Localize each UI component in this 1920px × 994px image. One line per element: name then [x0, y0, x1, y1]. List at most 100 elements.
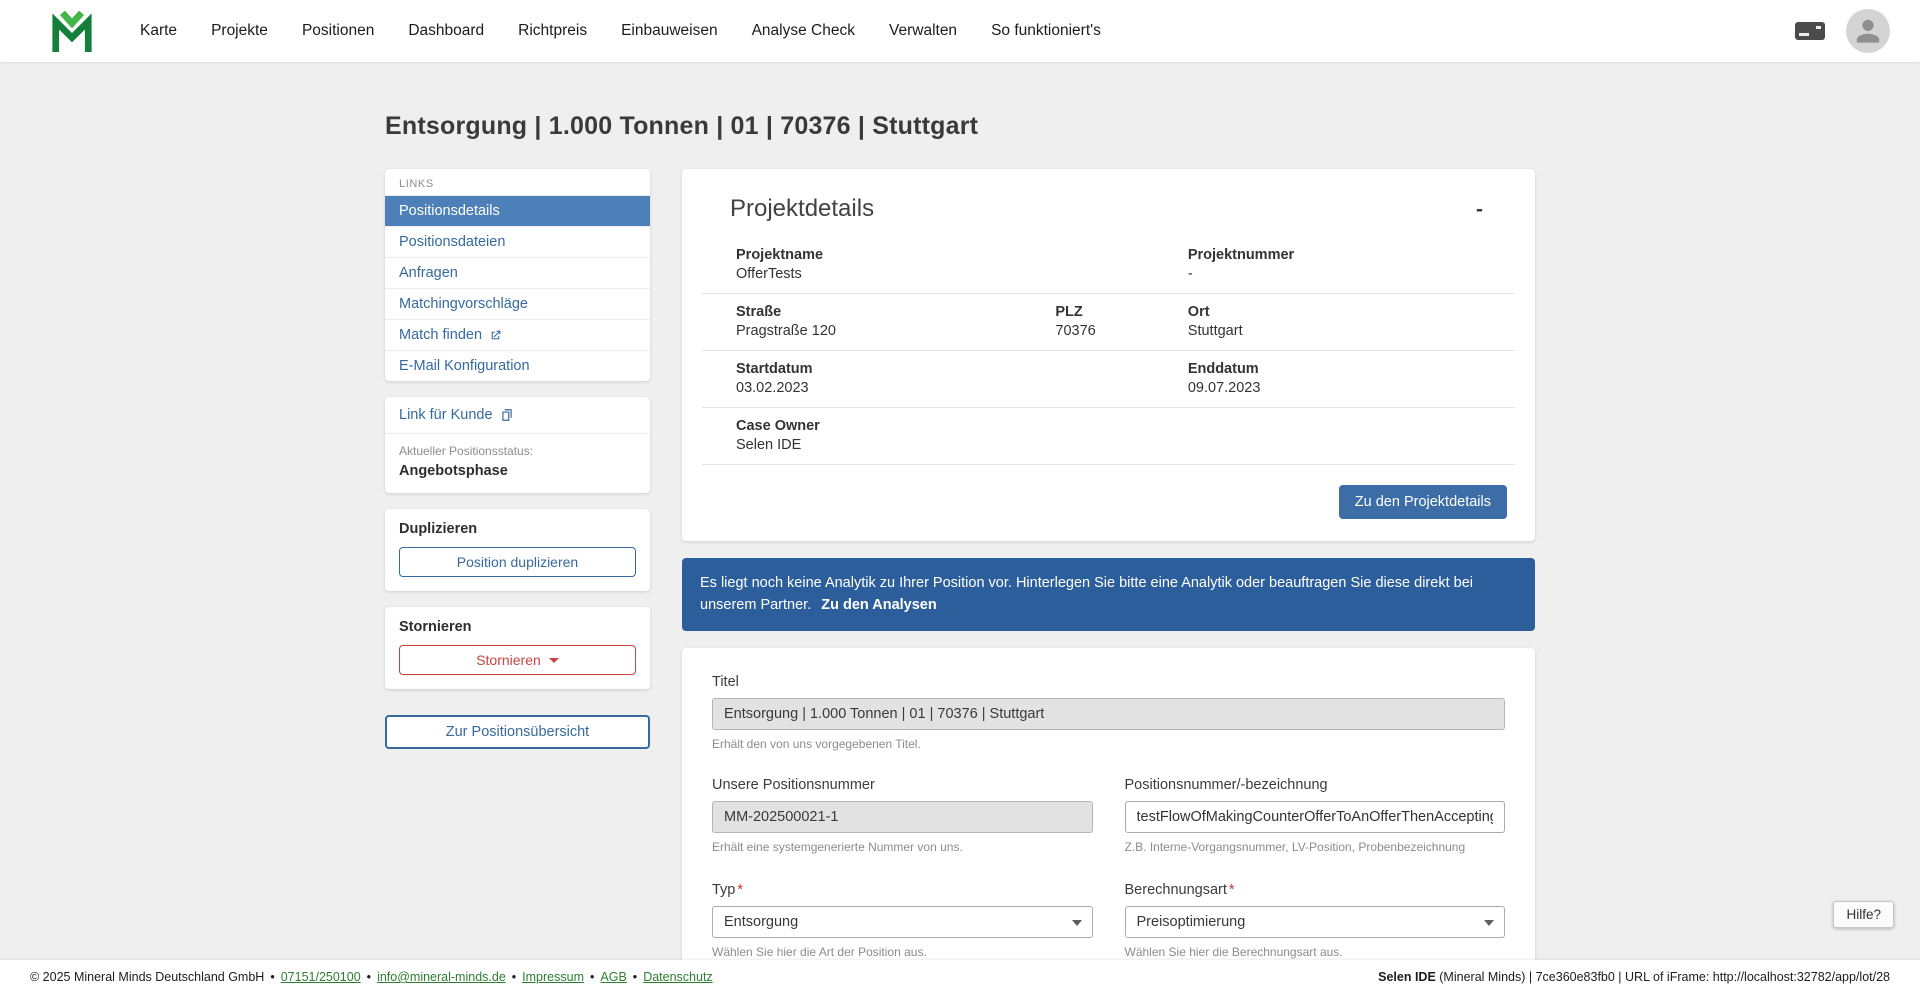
typ-label: Typ * — [712, 881, 744, 898]
zur-positionsuebersicht-button[interactable]: Zur Positionsübersicht — [385, 715, 650, 749]
bezeichnung-helper: Z.B. Interne-Vorgangsnummer, LV-Position… — [1124, 839, 1466, 854]
link-fuer-kunde[interactable]: Link für Kunde — [385, 397, 650, 433]
analytics-banner: Es liegt noch keine Analytik zu Ihrer Po… — [682, 558, 1535, 631]
sidebar-item-label: Match finden — [399, 327, 483, 343]
session-details: (Mineral Minds) | 7ce360e83fb0 | URL of … — [1435, 970, 1890, 984]
external-link-icon — [489, 329, 502, 342]
project-row-name: Projektname OfferTests Projektnummer - — [702, 237, 1515, 294]
bezeichnung-field: Positionsnummer/-bezeichnung Z.B. Intern… — [1124, 776, 1505, 854]
banner-text: Es liegt noch keine Analytik zu Ihrer Po… — [700, 575, 1473, 614]
nav-item-analyse-check[interactable]: Analyse Check — [752, 22, 855, 40]
sidebar-item-label: E-Mail Konfiguration — [399, 358, 530, 374]
link-fuer-kunde-label: Link für Kunde — [399, 407, 493, 423]
position-status-block: Aktueller Positionsstatus: Angebotsphase — [385, 433, 650, 493]
hilfe-button[interactable]: Hilfe? — [1833, 901, 1894, 928]
user-avatar[interactable] — [1846, 9, 1890, 53]
plz-label: PLZ — [1055, 304, 1083, 320]
status-value: Angebotsphase — [399, 463, 508, 479]
titel-label: Titel — [712, 673, 739, 690]
sidebar-item-positionsdateien[interactable]: Positionsdateien — [385, 226, 650, 257]
nav-item-einbauweisen[interactable]: Einbauweisen — [621, 22, 718, 40]
copy-icon — [500, 408, 514, 422]
nav-item-positionen[interactable]: Positionen — [302, 22, 374, 40]
typ-field: Typ * Entsorgung Wählen Sie hier die Art … — [712, 882, 1093, 959]
zu-den-analysen-link[interactable]: Zu den Analysen — [821, 597, 936, 613]
titel-input — [712, 697, 1505, 730]
berechnungsart-field: Berechnungsart * Preisoptimierung Wählen … — [1124, 881, 1505, 959]
mineral-minds-logo[interactable] — [48, 7, 96, 55]
positionsnummer-label: Unsere Positionsnummer — [712, 776, 875, 793]
top-navbar: Karte Projekte Positionen Dashboard Rich… — [0, 0, 1920, 62]
sidebar-item-positionsdetails[interactable]: Positionsdetails — [385, 195, 650, 226]
sidebar-item-match-finden[interactable]: Match finden — [385, 319, 650, 350]
project-row-owner: Case Owner Selen IDE — [702, 408, 1515, 465]
sidebar-item-label: Positionsdetails — [399, 203, 500, 219]
session-user: Selen IDE — [1378, 970, 1436, 984]
copyright-text: © 2025 Mineral Minds Deutschland GmbH — [30, 970, 265, 984]
titel-field: Titel Erhält den von uns vorgegebenen Ti… — [712, 674, 1505, 751]
ort-label: Ort — [1187, 304, 1210, 320]
session-info: Selen IDE (Mineral Minds) | 7ce360e83fb0… — [1378, 970, 1890, 984]
projektdetails-card: Projektdetails - Projektname OfferTests … — [682, 169, 1535, 541]
impressum-link[interactable]: Impressum — [522, 970, 584, 984]
nav-item-so-funktionierts[interactable]: So funktioniert's — [991, 22, 1101, 40]
bullet-separator: • — [270, 970, 275, 984]
nav-item-projekte[interactable]: Projekte — [211, 22, 268, 40]
person-icon — [1856, 19, 1880, 43]
stornieren-header: Stornieren — [399, 619, 472, 635]
case-owner-label: Case Owner — [736, 418, 820, 434]
nav-item-richtpreis[interactable]: Richtpreis — [518, 22, 587, 40]
sidebar-item-label: Matchingvorschläge — [399, 296, 528, 312]
plz-value: 70376 — [1055, 323, 1096, 339]
position-duplizieren-button[interactable]: Position duplizieren — [399, 547, 636, 577]
sidebar-item-email-konfiguration[interactable]: E-Mail Konfiguration — [385, 350, 650, 381]
strasse-value: Pragstraße 120 — [736, 323, 836, 339]
email-link[interactable]: info@mineral-minds.de — [377, 970, 506, 984]
nav-links: Karte Projekte Positionen Dashboard Rich… — [140, 22, 1101, 40]
bezeichnung-input[interactable] — [1124, 800, 1505, 833]
berechnungsart-select[interactable]: Preisoptimierung — [1124, 905, 1505, 938]
caret-down-icon — [548, 657, 559, 663]
positionsnummer-field: Unsere Positionsnummer Erhält eine syste… — [712, 777, 1093, 854]
sidebar-item-anfragen[interactable]: Anfragen — [385, 257, 650, 288]
ort-value: Stuttgart — [1187, 323, 1243, 339]
links-header: LINKS — [399, 178, 434, 190]
strasse-label: Straße — [736, 304, 782, 320]
bullet-separator: • — [511, 970, 517, 984]
nav-item-dashboard[interactable]: Dashboard — [408, 22, 484, 40]
main-content: Projektdetails - Projektname OfferTests … — [682, 169, 1535, 994]
footer: © 2025 Mineral Minds Deutschland GmbH • … — [0, 960, 1920, 994]
sidebar-item-label: Positionsdateien — [399, 234, 506, 250]
typ-select[interactable]: Entsorgung — [712, 905, 1093, 938]
chevron-down-icon — [1484, 919, 1494, 926]
titel-helper: Erhält den von uns vorgegebenen Titel. — [712, 736, 921, 751]
logo-m-icon — [52, 10, 92, 53]
agb-link[interactable]: AGB — [600, 970, 626, 984]
sidebar-item-matchingvorschlaege[interactable]: Matchingvorschläge — [385, 288, 650, 319]
stornieren-button[interactable]: Stornieren — [399, 645, 636, 675]
enddatum-label: Enddatum — [1187, 361, 1259, 377]
zu-den-projektdetails-button[interactable]: Zu den Projektdetails — [1338, 485, 1507, 519]
berechnungsart-helper: Wählen Sie hier die Berechnungsart aus. — [1124, 944, 1343, 959]
nav-item-verwalten[interactable]: Verwalten — [889, 22, 957, 40]
berechnungsart-label: Berechnungsart * — [1124, 881, 1235, 898]
case-owner-value: Selen IDE — [736, 437, 802, 453]
collapse-button[interactable]: - — [1470, 197, 1489, 222]
stornieren-button-label: Stornieren — [476, 652, 541, 668]
projektname-value: OfferTests — [736, 266, 802, 282]
required-asterisk: * — [1228, 881, 1235, 898]
projektdetails-title: Projektdetails — [730, 195, 875, 222]
bezeichnung-label: Positionsnummer/-bezeichnung — [1124, 776, 1328, 793]
nav-item-karte[interactable]: Karte — [140, 22, 177, 40]
typ-helper: Wählen Sie hier die Art der Position aus… — [712, 944, 927, 959]
bullet-separator: • — [590, 970, 595, 984]
page-title: Entsorgung | 1.000 Tonnen | 01 | 70376 |… — [385, 112, 979, 140]
device-icon[interactable] — [1794, 21, 1826, 41]
status-label: Aktueller Positionsstatus: — [399, 444, 534, 458]
typ-select-value: Entsorgung — [724, 913, 799, 930]
chevron-down-icon — [1071, 919, 1082, 926]
datenschutz-link[interactable]: Datenschutz — [643, 970, 712, 984]
bullet-separator: • — [366, 970, 372, 984]
position-form-card: Titel Erhält den von uns vorgegebenen Ti… — [682, 647, 1535, 994]
phone-link[interactable]: 07151/250100 — [281, 970, 361, 984]
